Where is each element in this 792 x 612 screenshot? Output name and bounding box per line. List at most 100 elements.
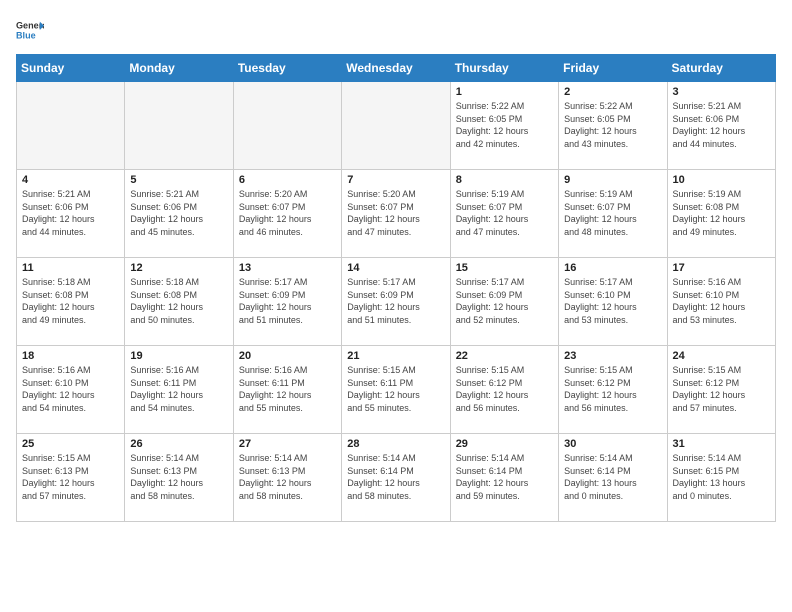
calendar-cell: 26 Sunrise: 5:14 AM Sunset: 6:13 PM Dayli… — [125, 434, 233, 522]
calendar-week-3: 11 Sunrise: 5:18 AM Sunset: 6:08 PM Dayli… — [17, 258, 776, 346]
day-number: 20 — [239, 350, 336, 362]
calendar-cell: 13 Sunrise: 5:17 AM Sunset: 6:09 PM Dayli… — [233, 258, 341, 346]
page-header: General Blue — [16, 16, 776, 44]
day-number: 1 — [456, 86, 553, 98]
calendar-cell: 2Sunrise: 5:22 AM Sunset: 6:05 PM Daylig… — [559, 82, 667, 170]
day-info: Sunrise: 5:15 AM Sunset: 6:12 PM Dayligh… — [673, 364, 770, 414]
day-info: Sunrise: 5:14 AM Sunset: 6:13 PM Dayligh… — [130, 452, 227, 502]
day-info: Sunrise: 5:20 AM Sunset: 6:07 PM Dayligh… — [239, 188, 336, 238]
calendar-cell: 19Sunrise: 5:16 AM Sunset: 6:11 PM Dayli… — [125, 346, 233, 434]
day-number: 25 — [22, 438, 119, 450]
day-info: Sunrise: 5:15 AM Sunset: 6:12 PM Dayligh… — [564, 364, 661, 414]
day-info: Sunrise: 5:20 AM Sunset: 6:07 PM Dayligh… — [347, 188, 444, 238]
day-info: Sunrise: 5:19 AM Sunset: 6:07 PM Dayligh… — [456, 188, 553, 238]
calendar-cell: 1 Sunrise: 5:22 AM Sunset: 6:05 PM Daylig… — [450, 82, 558, 170]
header-saturday: Saturday — [667, 55, 775, 82]
day-info: Sunrise: 5:16 AM Sunset: 6:10 PM Dayligh… — [22, 364, 119, 414]
day-number: 31 — [673, 438, 770, 450]
calendar-cell: 14 Sunrise: 5:17 AM Sunset: 6:09 PM Dayli… — [342, 258, 450, 346]
calendar-cell — [233, 82, 341, 170]
day-info: Sunrise: 5:17 AM Sunset: 6:09 PM Dayligh… — [239, 276, 336, 326]
day-number: 21 — [347, 350, 444, 362]
calendar-cell: 8 Sunrise: 5:19 AM Sunset: 6:07 PM Daylig… — [450, 170, 558, 258]
day-number: 24 — [673, 350, 770, 362]
calendar-cell: 11 Sunrise: 5:18 AM Sunset: 6:08 PM Dayli… — [17, 258, 125, 346]
calendar-cell: 5Sunrise: 5:21 AM Sunset: 6:06 PM Daylig… — [125, 170, 233, 258]
day-number: 5 — [130, 174, 227, 186]
calendar-cell: 29 Sunrise: 5:14 AM Sunset: 6:14 PM Dayli… — [450, 434, 558, 522]
day-number: 9 — [564, 174, 661, 186]
header-sunday: Sunday — [17, 55, 125, 82]
calendar-cell: 28 Sunrise: 5:14 AM Sunset: 6:14 PM Dayli… — [342, 434, 450, 522]
logo: General Blue — [16, 16, 44, 44]
day-info: Sunrise: 5:17 AM Sunset: 6:09 PM Dayligh… — [347, 276, 444, 326]
calendar-cell: 17 Sunrise: 5:16 AM Sunset: 6:10 PM Dayli… — [667, 258, 775, 346]
day-number: 2 — [564, 86, 661, 98]
day-info: Sunrise: 5:17 AM Sunset: 6:10 PM Dayligh… — [564, 276, 661, 326]
day-number: 14 — [347, 262, 444, 274]
header-thursday: Thursday — [450, 55, 558, 82]
day-number: 29 — [456, 438, 553, 450]
day-number: 18 — [22, 350, 119, 362]
day-info: Sunrise: 5:14 AM Sunset: 6:14 PM Dayligh… — [456, 452, 553, 502]
day-info: Sunrise: 5:15 AM Sunset: 6:12 PM Dayligh… — [456, 364, 553, 414]
day-number: 28 — [347, 438, 444, 450]
calendar-cell: 25 Sunrise: 5:15 AM Sunset: 6:13 PM Dayli… — [17, 434, 125, 522]
calendar-week-4: 18 Sunrise: 5:16 AM Sunset: 6:10 PM Dayli… — [17, 346, 776, 434]
header-friday: Friday — [559, 55, 667, 82]
day-info: Sunrise: 5:22 AM Sunset: 6:05 PM Dayligh… — [456, 100, 553, 150]
day-number: 6 — [239, 174, 336, 186]
calendar-cell: 6 Sunrise: 5:20 AM Sunset: 6:07 PM Daylig… — [233, 170, 341, 258]
calendar-cell: 18 Sunrise: 5:16 AM Sunset: 6:10 PM Dayli… — [17, 346, 125, 434]
day-number: 11 — [22, 262, 119, 274]
calendar-cell: 9 Sunrise: 5:19 AM Sunset: 6:07 PM Daylig… — [559, 170, 667, 258]
day-number: 22 — [456, 350, 553, 362]
day-info: Sunrise: 5:21 AM Sunset: 6:06 PM Dayligh… — [22, 188, 119, 238]
day-number: 13 — [239, 262, 336, 274]
day-number: 27 — [239, 438, 336, 450]
calendar-cell — [17, 82, 125, 170]
calendar-cell — [342, 82, 450, 170]
calendar-cell: 4 Sunrise: 5:21 AM Sunset: 6:06 PM Daylig… — [17, 170, 125, 258]
day-number: 23 — [564, 350, 661, 362]
day-info: Sunrise: 5:14 AM Sunset: 6:13 PM Dayligh… — [239, 452, 336, 502]
day-number: 8 — [456, 174, 553, 186]
calendar-cell: 24 Sunrise: 5:15 AM Sunset: 6:12 PM Dayli… — [667, 346, 775, 434]
calendar-cell: 16 Sunrise: 5:17 AM Sunset: 6:10 PM Dayli… — [559, 258, 667, 346]
calendar-cell: 20 Sunrise: 5:16 AM Sunset: 6:11 PM Dayli… — [233, 346, 341, 434]
day-info: Sunrise: 5:19 AM Sunset: 6:08 PM Dayligh… — [673, 188, 770, 238]
day-number: 4 — [22, 174, 119, 186]
calendar-header-row: SundayMondayTuesdayWednesdayThursdayFrid… — [17, 55, 776, 82]
day-info: Sunrise: 5:21 AM Sunset: 6:06 PM Dayligh… — [673, 100, 770, 150]
calendar-week-1: 1 Sunrise: 5:22 AM Sunset: 6:05 PM Daylig… — [17, 82, 776, 170]
calendar-cell: 27 Sunrise: 5:14 AM Sunset: 6:13 PM Dayli… — [233, 434, 341, 522]
calendar-cell: 3 Sunrise: 5:21 AM Sunset: 6:06 PM Daylig… — [667, 82, 775, 170]
calendar-cell: 21 Sunrise: 5:15 AM Sunset: 6:11 PM Dayli… — [342, 346, 450, 434]
calendar-cell: 12Sunrise: 5:18 AM Sunset: 6:08 PM Dayli… — [125, 258, 233, 346]
day-info: Sunrise: 5:19 AM Sunset: 6:07 PM Dayligh… — [564, 188, 661, 238]
day-info: Sunrise: 5:14 AM Sunset: 6:14 PM Dayligh… — [347, 452, 444, 502]
logo-icon: General Blue — [16, 16, 44, 44]
day-info: Sunrise: 5:15 AM Sunset: 6:11 PM Dayligh… — [347, 364, 444, 414]
day-info: Sunrise: 5:16 AM Sunset: 6:11 PM Dayligh… — [239, 364, 336, 414]
header-tuesday: Tuesday — [233, 55, 341, 82]
day-info: Sunrise: 5:14 AM Sunset: 6:15 PM Dayligh… — [673, 452, 770, 502]
header-wednesday: Wednesday — [342, 55, 450, 82]
calendar-cell: 15Sunrise: 5:17 AM Sunset: 6:09 PM Dayli… — [450, 258, 558, 346]
calendar-table: SundayMondayTuesdayWednesdayThursdayFrid… — [16, 54, 776, 522]
day-number: 16 — [564, 262, 661, 274]
day-number: 3 — [673, 86, 770, 98]
calendar-cell: 23 Sunrise: 5:15 AM Sunset: 6:12 PM Dayli… — [559, 346, 667, 434]
day-number: 7 — [347, 174, 444, 186]
day-number: 17 — [673, 262, 770, 274]
day-info: Sunrise: 5:17 AM Sunset: 6:09 PM Dayligh… — [456, 276, 553, 326]
day-info: Sunrise: 5:18 AM Sunset: 6:08 PM Dayligh… — [130, 276, 227, 326]
header-monday: Monday — [125, 55, 233, 82]
day-info: Sunrise: 5:18 AM Sunset: 6:08 PM Dayligh… — [22, 276, 119, 326]
day-info: Sunrise: 5:15 AM Sunset: 6:13 PM Dayligh… — [22, 452, 119, 502]
day-info: Sunrise: 5:16 AM Sunset: 6:11 PM Dayligh… — [130, 364, 227, 414]
day-number: 26 — [130, 438, 227, 450]
day-info: Sunrise: 5:16 AM Sunset: 6:10 PM Dayligh… — [673, 276, 770, 326]
calendar-cell: 10Sunrise: 5:19 AM Sunset: 6:08 PM Dayli… — [667, 170, 775, 258]
day-info: Sunrise: 5:14 AM Sunset: 6:14 PM Dayligh… — [564, 452, 661, 502]
